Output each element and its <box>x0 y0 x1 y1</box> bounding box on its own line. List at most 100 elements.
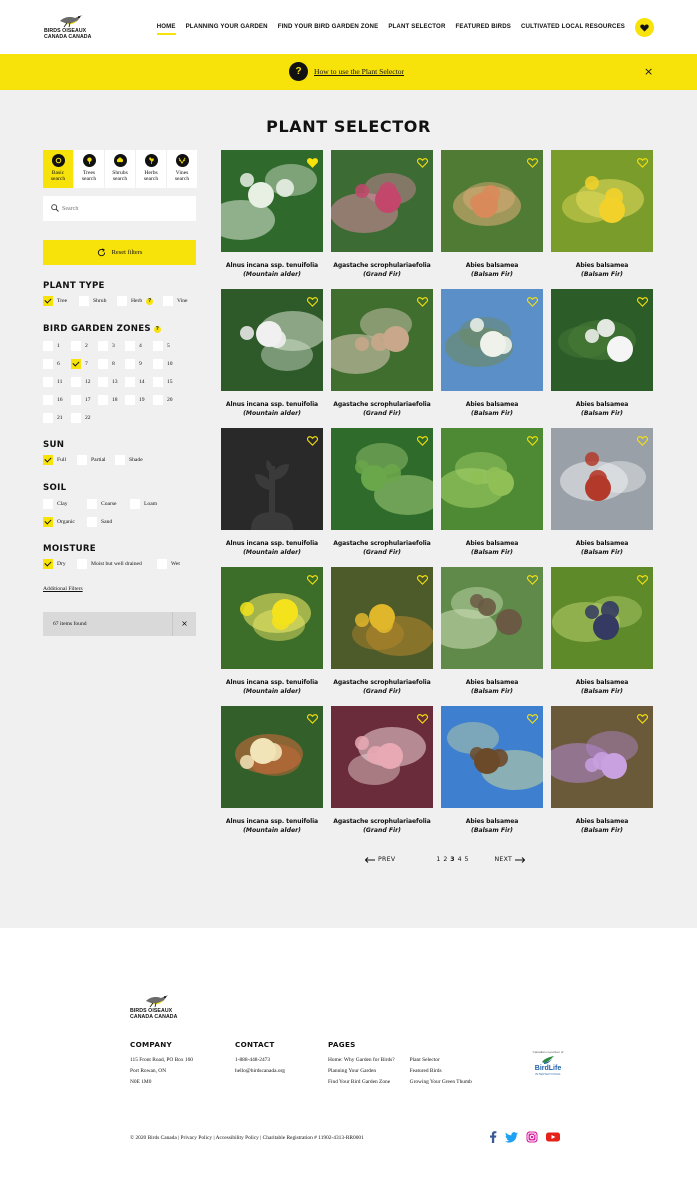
footer-link-zone[interactable]: Find Your Bird Garden Zone <box>328 1077 395 1088</box>
favorite-heart-icon[interactable] <box>417 572 428 590</box>
plant-card[interactable]: Abies balsamea (Balsam Fir) <box>441 150 543 279</box>
favorite-heart-icon[interactable] <box>527 294 538 312</box>
favorites-button[interactable] <box>635 18 654 37</box>
filter-full-sun[interactable]: Full <box>43 455 66 465</box>
zone-13[interactable]: 13 <box>98 377 118 387</box>
favorite-heart-icon[interactable] <box>527 433 538 451</box>
checkbox[interactable] <box>125 341 135 351</box>
checkbox[interactable] <box>43 377 53 387</box>
how-to-use-link[interactable]: How to use the Plant Selector <box>314 67 404 77</box>
filter-vine[interactable]: Vine <box>163 296 188 306</box>
filter-clay[interactable]: Clay <box>43 499 68 509</box>
checkbox[interactable] <box>43 341 53 351</box>
zone-1[interactable]: 1 <box>43 341 60 351</box>
zone-17[interactable]: 17 <box>71 395 91 405</box>
nav-plant-selector[interactable]: PLANT SELECTOR <box>388 23 445 31</box>
checkbox-checked[interactable] <box>43 517 53 527</box>
plant-photo[interactable] <box>221 289 323 391</box>
plant-photo[interactable] <box>551 706 653 808</box>
clear-results-button[interactable]: × <box>172 612 196 636</box>
favorite-heart-icon[interactable] <box>637 433 648 451</box>
filter-organic[interactable]: Organic <box>43 517 75 527</box>
plant-card[interactable]: Agastache scrophulariaefolia (Grand Fir) <box>331 150 433 279</box>
plant-card[interactable]: Alnus incana ssp. tenuifolia (Mountain al… <box>221 289 323 418</box>
plant-photo[interactable] <box>221 567 323 669</box>
plant-card[interactable]: Alnus incana ssp. tenuifolia (Mountain al… <box>221 428 323 557</box>
favorite-heart-icon[interactable] <box>417 711 428 729</box>
page-4[interactable]: 4 <box>458 856 462 863</box>
plant-card[interactable]: Agastache scrophulariaefolia (Grand Fir) <box>331 428 433 557</box>
zone-9[interactable]: 9 <box>125 359 142 369</box>
favorite-heart-icon[interactable] <box>637 711 648 729</box>
zone-5[interactable]: 5 <box>153 341 170 351</box>
tab-trees-search[interactable]: Trees search <box>74 150 104 188</box>
zone-7[interactable]: 7 <box>71 359 88 369</box>
twitter-icon[interactable] <box>505 1131 518 1143</box>
checkbox[interactable] <box>98 359 108 369</box>
filter-dry[interactable]: Dry <box>43 559 66 569</box>
youtube-icon[interactable] <box>546 1132 560 1142</box>
plant-card[interactable]: Agastache scrophulariaefolia (Grand Fir) <box>331 706 433 835</box>
plant-card[interactable]: Abies balsamea (Balsam Fir) <box>551 567 653 696</box>
checkbox[interactable] <box>71 377 81 387</box>
zone-21[interactable]: 21 <box>43 413 63 423</box>
footer-link-planning[interactable]: Planning Your Garden <box>328 1066 395 1077</box>
plant-card[interactable]: Agastache scrophulariaefolia (Grand Fir) <box>331 289 433 418</box>
favorite-heart-icon[interactable] <box>307 433 318 451</box>
checkbox[interactable] <box>71 341 81 351</box>
favorite-heart-icon[interactable] <box>417 294 428 312</box>
favorite-heart-icon[interactable] <box>637 155 648 173</box>
checkbox[interactable] <box>43 359 53 369</box>
zone-11[interactable]: 11 <box>43 377 62 387</box>
checkbox[interactable] <box>153 395 163 405</box>
filter-herb[interactable]: Herb? <box>117 296 154 306</box>
checkbox[interactable] <box>157 559 167 569</box>
footer-logo[interactable]: BIRDS OISEAUX CANADA CANADA <box>130 992 182 1020</box>
checkbox[interactable] <box>98 377 108 387</box>
favorite-heart-icon[interactable] <box>307 294 318 312</box>
nav-planning-your-garden[interactable]: PLANNING YOUR GARDEN <box>186 23 268 31</box>
checkbox[interactable] <box>43 395 53 405</box>
reset-filters-button[interactable]: Reset filters <box>43 240 196 265</box>
zone-2[interactable]: 2 <box>71 341 88 351</box>
page-3-current[interactable]: 3 <box>450 856 454 863</box>
filter-coarse[interactable]: Coarse <box>87 499 117 509</box>
zone-15[interactable]: 15 <box>153 377 173 387</box>
plant-photo[interactable] <box>441 567 543 669</box>
plant-card[interactable]: Abies balsamea (Balsam Fir) <box>551 289 653 418</box>
plant-photo[interactable] <box>331 428 433 530</box>
additional-filters-link[interactable]: Additional Filters <box>43 586 83 592</box>
favorite-heart-icon[interactable] <box>417 155 428 173</box>
checkbox[interactable] <box>115 455 125 465</box>
plant-card[interactable]: Agastache scrophulariaefolia (Grand Fir) <box>331 567 433 696</box>
search-input[interactable] <box>62 203 188 214</box>
plant-photo[interactable] <box>441 289 543 391</box>
checkbox[interactable] <box>77 455 87 465</box>
plant-photo[interactable] <box>441 706 543 808</box>
plant-card[interactable]: Alnus incana ssp. tenuifolia (Mountain al… <box>221 567 323 696</box>
checkbox[interactable] <box>71 413 81 423</box>
plant-card[interactable]: Abies balsamea (Balsam Fir) <box>441 706 543 835</box>
checkbox[interactable] <box>125 359 135 369</box>
favorite-heart-icon[interactable] <box>417 433 428 451</box>
plant-photo[interactable] <box>441 150 543 252</box>
filter-loam[interactable]: Loam <box>130 499 157 509</box>
favorite-heart-icon[interactable] <box>527 572 538 590</box>
contact-email[interactable]: hello@birdscanada.org <box>235 1066 285 1077</box>
checkbox[interactable] <box>98 341 108 351</box>
zone-12[interactable]: 12 <box>71 377 91 387</box>
filter-sand[interactable]: Sand <box>87 517 112 527</box>
help-icon[interactable]: ? <box>153 325 161 333</box>
zone-18[interactable]: 18 <box>98 395 118 405</box>
checkbox[interactable] <box>153 341 163 351</box>
filter-shade[interactable]: Shade <box>115 455 143 465</box>
checkbox[interactable] <box>79 296 89 306</box>
plant-photo[interactable] <box>221 150 323 252</box>
zone-14[interactable]: 14 <box>125 377 145 387</box>
checkbox[interactable] <box>130 499 140 509</box>
birdlife-logo[interactable]: Canadian co-partner of BirdLife INTERNAT… <box>528 1050 568 1084</box>
footer-link-green-thumb[interactable]: Growing Your Green Thumb <box>410 1077 472 1088</box>
checkbox[interactable] <box>71 395 81 405</box>
footer-link-featured-birds[interactable]: Featured Birds <box>410 1066 472 1077</box>
plant-card[interactable]: Alnus incana ssp. tenuifolia (Mountain al… <box>221 706 323 835</box>
